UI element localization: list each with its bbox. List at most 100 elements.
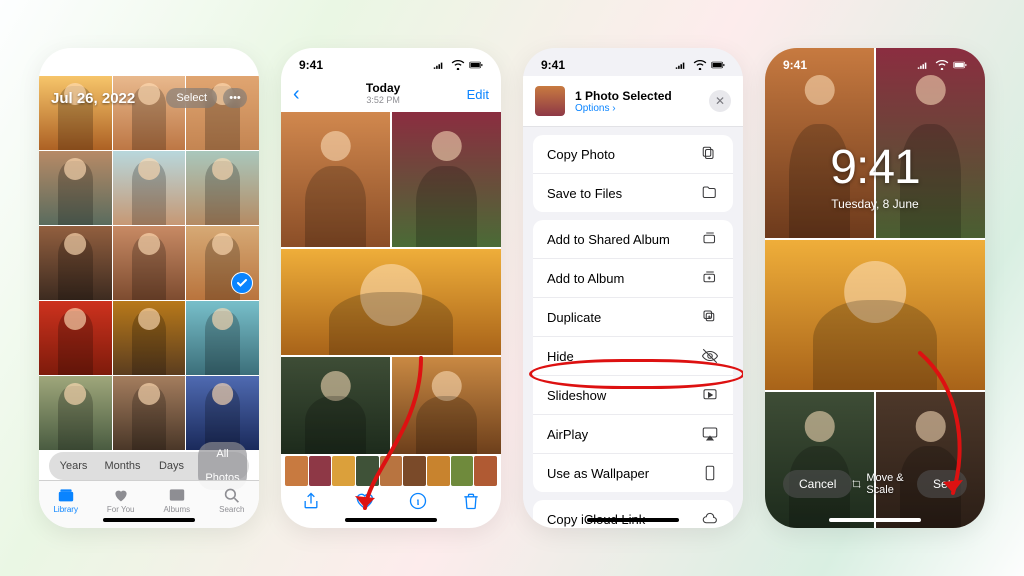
action-copy-photo[interactable]: Copy Photo (533, 135, 733, 174)
photo-thumb[interactable] (39, 226, 112, 300)
photo-toolbar (281, 488, 501, 528)
share-button[interactable] (301, 491, 321, 516)
segment-years[interactable]: Years (49, 460, 98, 472)
status-icons (917, 60, 967, 70)
back-button[interactable]: ‹ (293, 83, 300, 106)
action-copy-icloud-link[interactable]: Copy iCloud Link (533, 500, 733, 528)
wallpaper-collage[interactable] (765, 48, 985, 528)
status-icons (433, 60, 483, 70)
photo-thumb[interactable] (39, 376, 112, 450)
edit-button[interactable]: Edit (467, 87, 489, 102)
segment-months[interactable]: Months (98, 460, 147, 472)
action-label: Add to Shared Album (547, 232, 670, 247)
status-time: 9:41 (57, 58, 81, 72)
action-icon (701, 386, 719, 404)
set-button[interactable]: Set (917, 470, 967, 498)
status-bar: 9:41 (39, 48, 259, 76)
select-button[interactable]: Select (166, 88, 217, 108)
library-header: Jul 26, 2022 Select ••• (51, 88, 247, 108)
action-icon (701, 184, 719, 202)
nav-title: Today 3:52 PM (366, 82, 400, 105)
action-icon (701, 269, 719, 287)
options-button[interactable]: Options › (575, 103, 672, 114)
library-date: Jul 26, 2022 (51, 90, 135, 107)
segment-days[interactable]: Days (147, 460, 196, 472)
home-indicator[interactable] (587, 518, 679, 522)
action-add-to-album[interactable]: Add to Album (533, 259, 733, 298)
tab-label: Search (219, 505, 244, 514)
photo-thumb[interactable] (39, 151, 112, 225)
action-slideshow[interactable]: Slideshow (533, 376, 733, 415)
home-indicator[interactable] (829, 518, 921, 522)
sheet-thumbnail (535, 86, 565, 116)
action-label: Duplicate (547, 310, 601, 325)
action-label: Save to Files (547, 186, 622, 201)
photo-nav: ‹ Today 3:52 PM Edit (281, 76, 501, 112)
move-scale-label: Move & Scale (852, 472, 917, 496)
selected-check-icon (231, 272, 253, 294)
status-time: 9:41 (541, 58, 565, 72)
phone-wallpaper-preview: 9:41 9:41 Tuesday, 8 June Cancel Move & … (765, 48, 985, 528)
action-icon (701, 145, 719, 163)
info-button[interactable] (408, 491, 428, 516)
tab-label: For You (107, 505, 135, 514)
action-airplay[interactable]: AirPlay (533, 415, 733, 454)
photo-thumb[interactable] (113, 151, 186, 225)
status-bar: 9:41 (523, 48, 743, 76)
delete-button[interactable] (461, 491, 481, 516)
action-label: Copy Photo (547, 147, 615, 162)
action-add-to-shared-album[interactable]: Add to Shared Album (533, 220, 733, 259)
tab-albums[interactable]: Albums (163, 487, 190, 514)
action-label: Use as Wallpaper (547, 466, 649, 481)
tab-label: Albums (163, 505, 190, 514)
photo-thumb[interactable] (186, 151, 259, 225)
photo-thumb[interactable] (113, 226, 186, 300)
status-icons (191, 60, 241, 70)
action-icon (701, 308, 719, 326)
tab-library[interactable]: Library (53, 487, 77, 514)
action-label: Slideshow (547, 388, 606, 403)
share-sheet-header: 1 Photo Selected Options › ✕ (523, 76, 743, 127)
home-indicator[interactable] (345, 518, 437, 522)
more-button[interactable]: ••• (223, 88, 247, 108)
favorite-button[interactable] (354, 491, 374, 516)
action-duplicate[interactable]: Duplicate (533, 298, 733, 337)
action-label: Hide (547, 349, 574, 364)
collage-photo[interactable] (281, 112, 501, 454)
photo-thumb[interactable] (186, 376, 259, 450)
home-indicator[interactable] (103, 518, 195, 522)
status-time: 9:41 (299, 58, 323, 72)
time-segment: Years Months Days All Photos (49, 452, 249, 480)
phone-library: 9:41 (39, 48, 259, 528)
photo-thumb-selected[interactable] (186, 226, 259, 300)
tab-for-you[interactable]: For You (107, 487, 135, 514)
lock-screen-clock: 9:41 Tuesday, 8 June (765, 140, 985, 211)
action-icon (701, 510, 719, 528)
crop-icon (852, 478, 861, 490)
action-use-as-wallpaper[interactable]: Use as Wallpaper (533, 454, 733, 492)
thumbnail-strip[interactable] (281, 454, 501, 488)
status-bar: 9:41 (281, 48, 501, 76)
sheet-title-block: 1 Photo Selected Options › (575, 89, 672, 114)
tab-search[interactable]: Search (219, 487, 244, 514)
action-label: AirPlay (547, 427, 588, 442)
share-action-list: Copy Photo Save to Files Add to Shared Alb… (523, 127, 743, 528)
action-hide[interactable]: Hide (533, 337, 733, 376)
photo-thumb[interactable] (113, 301, 186, 375)
status-icons (675, 60, 725, 70)
phone-share-sheet: 9:41 1 Photo Selected Options › ✕ Copy P… (523, 48, 743, 528)
action-icon (701, 464, 719, 482)
tab-label: Library (53, 505, 77, 514)
action-icon (701, 425, 719, 443)
photo-thumb[interactable] (113, 376, 186, 450)
phone-photo-detail: 9:41 ‹ Today 3:52 PM Edit (281, 48, 501, 528)
photo-thumb[interactable] (39, 301, 112, 375)
action-icon (701, 230, 719, 248)
status-time: 9:41 (783, 58, 807, 72)
cancel-button[interactable]: Cancel (783, 470, 852, 498)
close-button[interactable]: ✕ (709, 90, 731, 112)
action-save-to-files[interactable]: Save to Files (533, 174, 733, 212)
status-bar: 9:41 (765, 48, 985, 76)
photo-thumb[interactable] (186, 301, 259, 375)
action-icon (701, 347, 719, 365)
